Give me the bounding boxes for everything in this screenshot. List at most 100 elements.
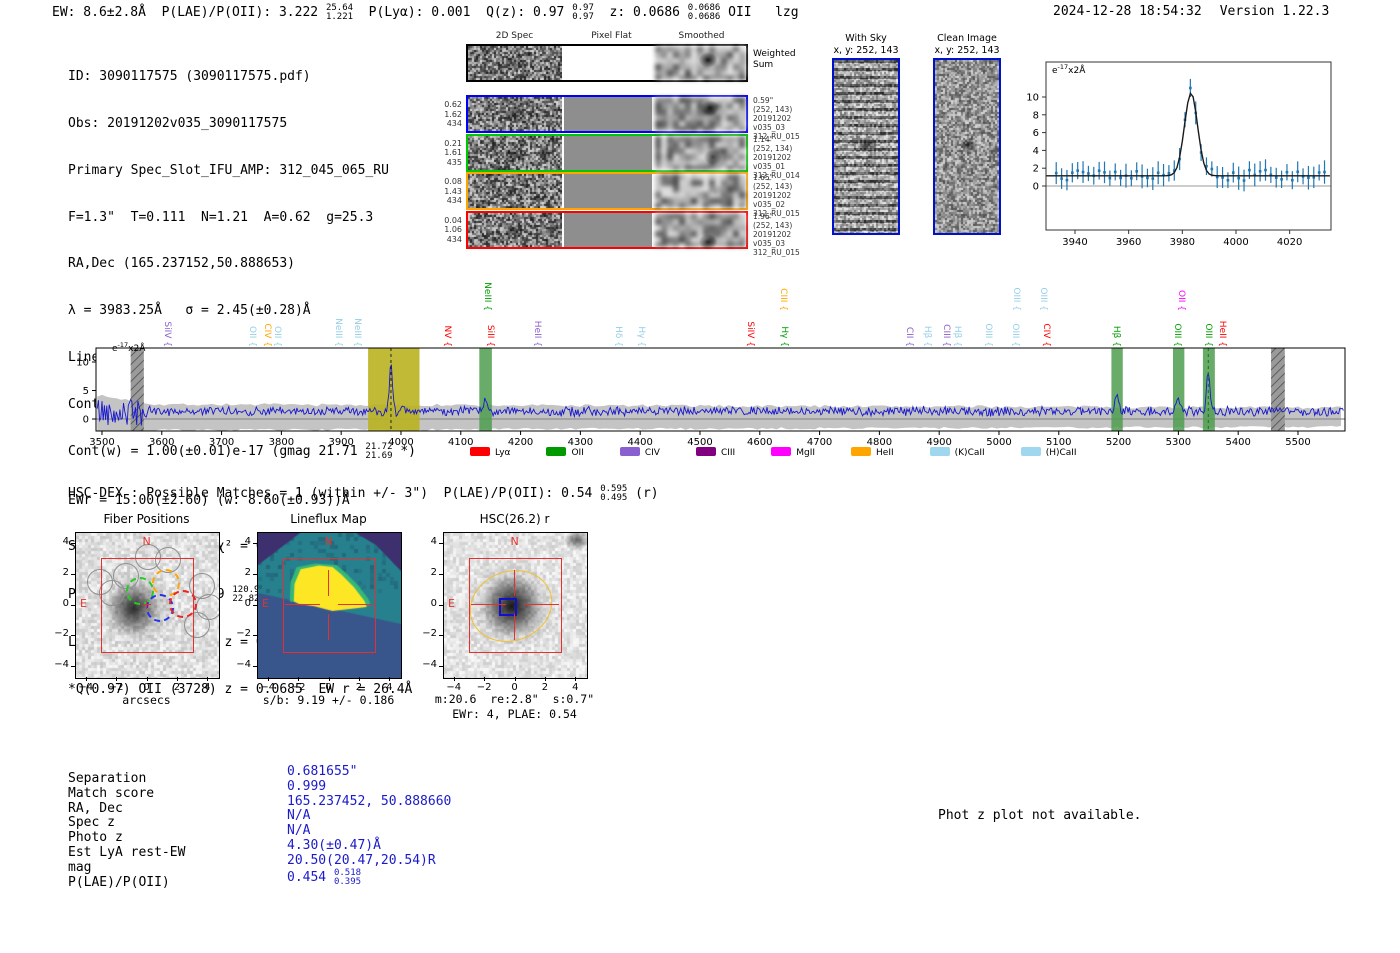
spectral-line-label: Hβ {	[922, 325, 933, 347]
match-row-label: mag	[68, 859, 92, 875]
plae-frac: 25.64 1.221	[325, 3, 354, 22]
x-tick-mark	[298, 677, 300, 681]
info-radec: RA,Dec (165.237152,50.888653)	[68, 256, 295, 272]
x-tick-label: −4	[260, 682, 276, 693]
spectral-line-label: NeIII {	[332, 318, 343, 347]
spectral-line-label: OIII {	[1202, 323, 1213, 347]
spectral-line-label: CIII {	[941, 324, 952, 347]
cutout-subimage	[655, 97, 746, 131]
match-row-value: 0.681655"	[287, 764, 358, 779]
cutout-flat	[564, 212, 652, 247]
hsc-image-plot	[443, 532, 588, 679]
summary-ew: EW: 8.6±2.8Å P(LAE)/P(OII): 3.222	[52, 5, 326, 20]
y-tick-label: −4	[422, 659, 437, 671]
legend-item: HeII	[851, 447, 894, 458]
x-tick-label: −4	[78, 682, 94, 693]
summary-plya: P(Lyα): 0.001 Q(z): 0.97	[353, 5, 573, 20]
spectral-line-label: SiIV {	[745, 321, 756, 347]
cutout-weight-value: 0.08	[444, 177, 462, 186]
cleanimage-noise	[935, 60, 999, 233]
legend-swatch	[851, 447, 872, 456]
legend-swatch	[929, 447, 950, 456]
x-tick-mark	[358, 677, 360, 681]
cutout-weight-value: 0.04	[444, 215, 462, 225]
x-tick-label: 4	[204, 682, 211, 693]
spectral-line-label: Hγ {	[636, 326, 647, 347]
cutout-meta-line: 1.14"	[753, 134, 774, 144]
y-tick-mark	[439, 666, 443, 668]
y-tick-label: −2	[54, 628, 69, 640]
x-tick-label: 2	[541, 682, 549, 693]
withsky-image	[832, 58, 900, 235]
x-tick-mark	[514, 677, 516, 681]
y-tick-label: −4	[54, 659, 69, 671]
svg-text:3940: 3940	[1062, 237, 1087, 248]
cutout-row	[466, 95, 748, 133]
photz-unavailable-note: Phot z plot not available.	[938, 808, 1142, 823]
full-spectrum-plot: 3500 3600 3700 3800 3900 4000 4100 4200 4300 4400…	[76, 347, 1346, 448]
cleanimage-image	[933, 58, 1001, 235]
legend-swatch	[1020, 447, 1041, 456]
hsc-panel-title: HSC(26.2) r	[479, 512, 550, 526]
cutout-subimage	[655, 135, 746, 170]
x-tick-mark	[116, 677, 118, 681]
spectral-line-label: NeIII {	[352, 318, 363, 347]
svg-text:3800: 3800	[269, 437, 294, 448]
cutout-meta-line: v035_02	[753, 200, 786, 209]
match-row-value: 165.237452, 50.888660	[287, 793, 452, 809]
cutout-row-meta: 1.96" (252, 143) 20191202 v035_03 312_RU_015	[753, 212, 825, 257]
cutout-weight-value: 434	[446, 196, 462, 205]
x-tick-mark	[267, 677, 269, 681]
spectral-line-label: Hγ {	[779, 326, 790, 347]
cutout-meta-line: 312_RU_015	[753, 247, 800, 257]
hsc-ewr-plae-label: EWr: 4, PLAE: 0.54	[452, 707, 577, 721]
cutout-row	[466, 133, 748, 172]
cutout-meta-line: 20191202	[753, 114, 792, 123]
hsc-dex-match-line: HSC-DEX : Possible Matches = 1 (within +…	[68, 484, 659, 503]
x-tick-mark	[85, 677, 87, 681]
y-tick-mark	[253, 666, 257, 668]
legend-item: OII	[546, 447, 584, 458]
hsc-mag-label: m:20.6 re:2.8" s:0.7"	[434, 692, 595, 706]
legend-label: (K)CaII	[954, 448, 985, 458]
legend-item: MgII	[771, 447, 815, 458]
svg-text:5400: 5400	[1225, 437, 1250, 448]
x-tick-mark	[146, 677, 148, 681]
inset-ylabel: e-17x2Å	[1052, 63, 1086, 76]
fiber-positions-title: Fiber Positions	[103, 512, 190, 526]
cutout-meta-line: 20191202	[753, 152, 792, 162]
legend-item: Lyα	[470, 447, 510, 458]
spectral-line-label: OII {	[1176, 290, 1187, 311]
svg-text:4: 4	[1033, 146, 1039, 157]
legend-label: (H)CaII	[1045, 448, 1077, 458]
cutout-meta-line: 20191202	[753, 191, 792, 200]
x-tick-label: −2	[476, 682, 492, 693]
x-tick-mark	[207, 677, 209, 681]
y-tick-label: 0	[430, 597, 437, 609]
svg-text:4000: 4000	[388, 437, 413, 448]
svg-text:0: 0	[1033, 182, 1039, 193]
lineflux-map-plot	[257, 532, 402, 679]
x-tick-label: 2	[355, 682, 363, 693]
y-tick-label: −4	[236, 659, 251, 671]
fiber-positions-plot	[75, 532, 220, 679]
x-tick-mark	[328, 677, 330, 681]
y-tick-mark	[439, 542, 443, 544]
y-tick-mark	[253, 604, 257, 606]
legend-label: Lyα	[495, 448, 511, 458]
withsky-stripes	[834, 60, 898, 233]
info-obs: Obs: 20191202v035_3090117575	[68, 115, 288, 131]
legend-label: MgII	[796, 448, 816, 458]
col-header-2dspec: 2D Spec	[495, 31, 534, 41]
y-tick-mark	[253, 573, 257, 575]
spectral-line-label: Hβ {	[951, 325, 962, 347]
match-row-value: 0.999	[287, 778, 327, 794]
y-tick-label: 4	[62, 535, 69, 547]
y-tick-label: 0	[244, 597, 251, 609]
cutout-row-weights: 0.04 1.06 434	[428, 216, 462, 245]
y-tick-mark	[71, 542, 75, 544]
y-tick-mark	[439, 635, 443, 637]
y-tick-label: −2	[422, 628, 437, 640]
y-tick-mark	[439, 604, 443, 606]
x-tick-mark	[575, 677, 577, 681]
